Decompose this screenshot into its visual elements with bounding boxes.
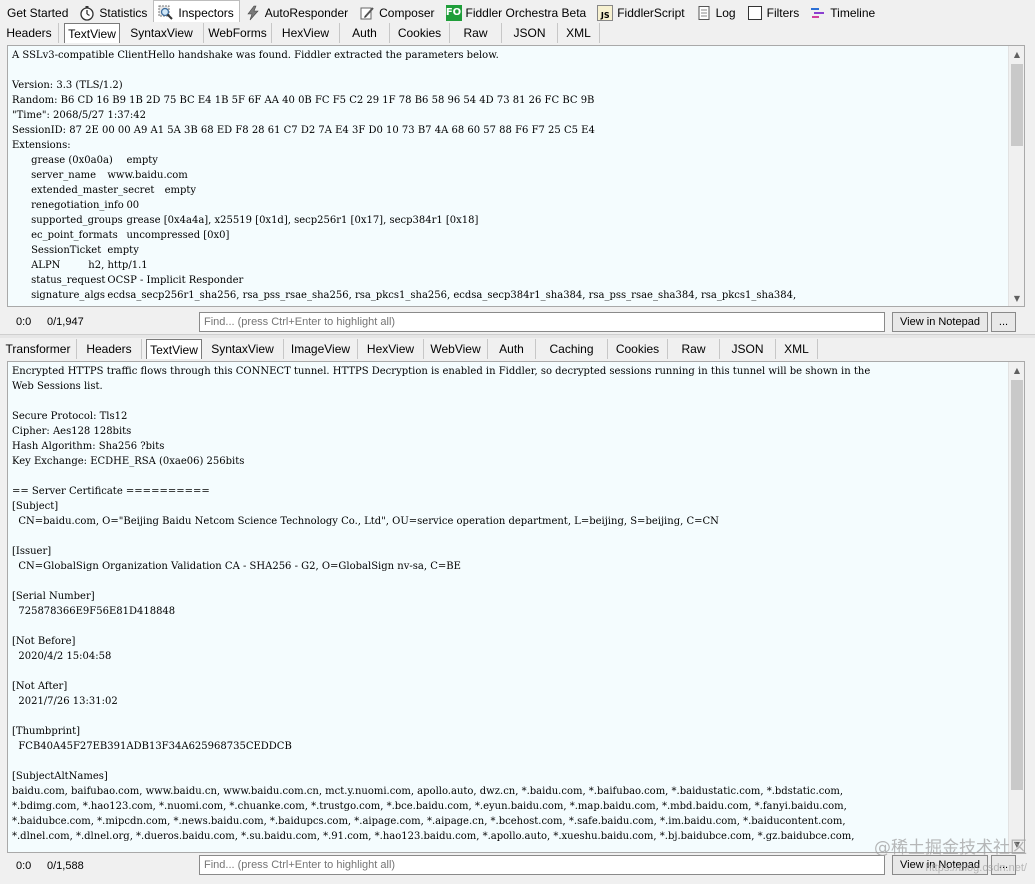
tab-fiddlerscript[interactable]: JS FiddlerScript [592, 1, 690, 23]
response-text-pane[interactable]: Encrypted HTTPS traffic flows through th… [7, 361, 1025, 853]
tab-label: Get Started [7, 5, 69, 20]
tab-get-started[interactable]: Get Started [2, 1, 74, 23]
response-view-in-notepad-button[interactable]: View in Notepad [892, 855, 988, 875]
tab-timeline[interactable]: Timeline [805, 1, 881, 23]
scroll-up-icon[interactable]: ▲ [1009, 362, 1024, 378]
resp-tab-imageview[interactable]: ImageView [284, 339, 358, 359]
tab-composer[interactable]: Composer [354, 1, 440, 23]
tab-label: Composer [379, 5, 435, 20]
response-find-bar: 0:0 0/1,588 View in Notepad ... [0, 853, 1035, 879]
tab-autoresponder[interactable]: AutoResponder [240, 1, 354, 23]
fo-icon: FO [445, 4, 462, 21]
resp-tab-auth[interactable]: Auth [488, 339, 536, 359]
resp-tab-hexview[interactable]: HexView [358, 339, 424, 359]
lightning-icon [245, 5, 261, 21]
tab-inspectors[interactable]: Inspectors [153, 0, 240, 24]
resp-tab-transformer[interactable]: Transformer [0, 339, 77, 359]
tab-fiddler-orchestra[interactable]: FO Fiddler Orchestra Beta [441, 1, 593, 23]
tab-label: Filters [766, 5, 800, 20]
req-tab-hexview[interactable]: HexView [272, 23, 340, 43]
tab-label: FiddlerScript [617, 5, 685, 20]
req-tab-cookies[interactable]: Cookies [390, 23, 450, 43]
resp-tab-textview[interactable]: TextView [146, 339, 202, 359]
tab-statistics[interactable]: Statistics [74, 1, 153, 23]
line-count: 0/1,588 [47, 860, 84, 872]
resp-tab-headers[interactable]: Headers [77, 339, 142, 359]
scroll-down-icon[interactable]: ▼ [1009, 836, 1024, 852]
response-more-button[interactable]: ... [991, 855, 1016, 875]
line-count: 0/1,947 [47, 316, 84, 328]
stopwatch-icon [79, 5, 95, 21]
req-tab-textview[interactable]: TextView [64, 23, 120, 43]
js-icon: JS [597, 4, 614, 21]
request-find-input[interactable] [199, 312, 885, 332]
tab-log[interactable]: Log [691, 1, 742, 23]
req-tab-json[interactable]: JSON [502, 23, 558, 43]
req-tab-webforms[interactable]: WebForms [204, 23, 272, 43]
tab-label: Timeline [830, 5, 876, 20]
log-icon [696, 5, 712, 21]
request-inspector-tabs: Headers TextView SyntaxView WebForms Hex… [0, 22, 1035, 43]
pencil-icon [359, 5, 375, 21]
request-find-bar: 0:0 0/1,947 View in Notepad ... [0, 309, 1035, 335]
request-text[interactable]: A SSLv3-compatible ClientHello handshake… [8, 46, 1024, 303]
response-text[interactable]: Encrypted HTTPS traffic flows through th… [8, 362, 1024, 844]
tab-label: AutoResponder [264, 5, 349, 20]
resp-tab-json[interactable]: JSON [720, 339, 776, 359]
cursor-position: 0:0 [16, 860, 32, 872]
tab-label: Log [715, 5, 736, 20]
tab-filters[interactable]: Filters [742, 1, 806, 23]
request-view-in-notepad-button[interactable]: View in Notepad [892, 312, 988, 332]
scroll-down-icon[interactable]: ▼ [1009, 290, 1024, 306]
request-scrollbar[interactable]: ▲ ▼ [1008, 46, 1024, 306]
request-more-button[interactable]: ... [991, 312, 1016, 332]
tab-label: Fiddler Orchestra Beta [465, 5, 587, 20]
req-tab-syntaxview[interactable]: SyntaxView [120, 23, 204, 43]
resp-tab-caching[interactable]: Caching [536, 339, 608, 359]
response-find-input[interactable] [199, 855, 885, 875]
request-text-pane[interactable]: A SSLv3-compatible ClientHello handshake… [7, 45, 1025, 307]
timeline-icon [810, 5, 826, 21]
resp-tab-raw[interactable]: Raw [668, 339, 720, 359]
response-inspector-tabs: Transformer Headers TextView SyntaxView … [0, 338, 1035, 359]
req-tab-auth[interactable]: Auth [340, 23, 390, 43]
req-tab-headers[interactable]: Headers [0, 23, 59, 43]
scroll-up-icon[interactable]: ▲ [1009, 46, 1024, 62]
cursor-position: 0:0 [16, 316, 32, 328]
magnifier-icon [158, 5, 174, 21]
response-scrollbar[interactable]: ▲ ▼ [1008, 362, 1024, 852]
resp-tab-cookies[interactable]: Cookies [608, 339, 668, 359]
scroll-thumb[interactable] [1011, 64, 1023, 146]
resp-tab-webview[interactable]: WebView [424, 339, 488, 359]
req-tab-xml[interactable]: XML [558, 23, 600, 43]
req-tab-raw[interactable]: Raw [450, 23, 502, 43]
tab-label: Inspectors [178, 5, 234, 20]
resp-tab-xml[interactable]: XML [776, 339, 818, 359]
resp-tab-syntaxview[interactable]: SyntaxView [202, 339, 284, 359]
main-tab-strip: Get Started Statistics Inspectors AutoRe… [0, 0, 1035, 24]
scroll-thumb[interactable] [1011, 380, 1023, 790]
checkbox-icon [747, 5, 763, 21]
tab-label: Statistics [99, 5, 148, 20]
